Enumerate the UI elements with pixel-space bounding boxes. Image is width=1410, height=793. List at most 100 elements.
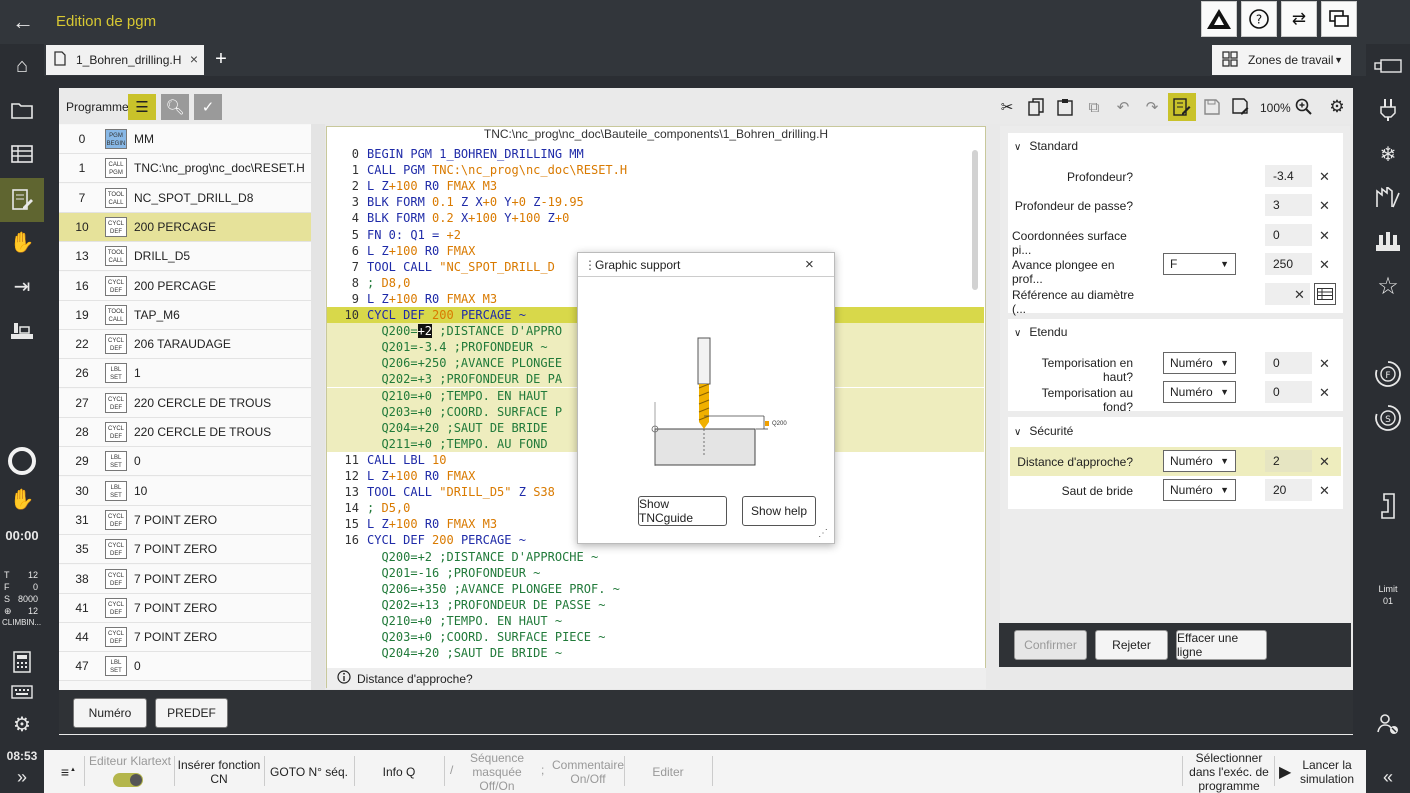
section-standard-header[interactable]: ∨ Standard — [1014, 139, 1078, 153]
clear-icon[interactable]: ✕ — [1319, 257, 1330, 273]
clear-icon[interactable]: ✕ — [1319, 169, 1330, 185]
clear-icon[interactable]: ✕ — [1319, 198, 1330, 214]
list-view-icon[interactable]: ☰ — [128, 94, 156, 120]
save-icon[interactable] — [1199, 95, 1225, 119]
clearance-height-input[interactable]: 20 — [1265, 479, 1312, 501]
execution-icon[interactable]: ⇥ — [0, 266, 44, 306]
select-in-execution-softkey[interactable]: Sélectionner dans l'exéc. de programme — [1184, 751, 1274, 793]
zoom-icon[interactable] — [1291, 95, 1317, 119]
feed-type-select[interactable]: F ▼ — [1163, 253, 1236, 275]
code-line[interactable]: 0 BEGIN PGM 1_BOHREN_DRILLING MM — [327, 146, 984, 162]
confirm-button[interactable]: Confirmer — [1014, 630, 1087, 660]
workspaces-dropdown[interactable]: Zones de travail ▼ — [1212, 45, 1351, 75]
show-help-button[interactable]: Show help — [742, 496, 816, 526]
resize-grip-icon[interactable]: ⋰ — [818, 528, 828, 539]
code-line[interactable]: 1 CALL PGM TNC:\nc_prog\nc_doc\RESET.H — [327, 162, 984, 178]
klartext-toggle[interactable] — [113, 773, 143, 787]
dialog-close-icon[interactable]: × — [805, 256, 814, 273]
clear-icon[interactable]: ✕ — [1319, 228, 1330, 244]
list-item[interactable]: 38 CYCL DEF 7 POINT ZERO — [59, 564, 311, 594]
machine-panel-icon[interactable] — [1366, 46, 1410, 86]
collapse-chevrons-icon[interactable]: « — [1366, 760, 1410, 793]
list-item[interactable]: 29 LBL SET 0 — [59, 447, 311, 477]
code-line[interactable]: 2L Z+100 R0 FMAX M3 — [327, 178, 984, 194]
folder-icon[interactable] — [0, 90, 44, 130]
transfer-icon[interactable]: ⇄ — [1281, 1, 1317, 37]
compare-icon[interactable]: ⧉ — [1081, 95, 1107, 119]
tab-close-icon[interactable]: × — [190, 51, 198, 67]
section-securite-header[interactable]: ∨ Sécurité — [1014, 424, 1073, 438]
undo-icon[interactable]: ↶ — [1110, 95, 1136, 119]
paste-icon[interactable] — [1052, 95, 1078, 119]
list-item[interactable]: 44 CYCL DEF 7 POINT ZERO — [59, 623, 311, 653]
list-item[interactable]: 22 CYCL DEF 206 TARAUDAGE — [59, 330, 311, 360]
favorites-star-icon[interactable]: ☆ — [1366, 266, 1410, 306]
list-item[interactable]: 13 TOOL CALL DRILL_D5 — [59, 242, 311, 272]
numero-button[interactable]: Numéro — [73, 698, 147, 728]
settings-gear-icon[interactable]: ⚙ — [1324, 95, 1350, 119]
manual-hand-icon[interactable]: ✋ — [0, 222, 44, 262]
program-edit-icon[interactable] — [0, 178, 44, 222]
fixture-icon[interactable] — [1366, 222, 1410, 262]
edit-form-icon[interactable] — [1168, 93, 1196, 121]
clear-icon[interactable]: ✕ — [1319, 483, 1330, 499]
dwell-bottom-type-select[interactable]: Numéro ▼ — [1163, 381, 1236, 403]
windows-icon[interactable] — [1321, 1, 1357, 37]
list-item[interactable]: 0 PGM BEGIN MM — [59, 125, 311, 154]
code-line[interactable]: 3 BLK FORM 0.1 Z X+0 Y+0 Z-19.95 — [327, 194, 984, 210]
clearance-type-select[interactable]: Numéro ▼ — [1163, 479, 1236, 501]
code-line[interactable]: Q204=+20 ;SAUT DE BRIDE ~ — [327, 645, 984, 661]
user-settings-icon[interactable] — [1366, 704, 1410, 744]
code-line[interactable]: Q202=+13 ;PROFONDEUR DE PASSE ~ — [327, 597, 984, 613]
code-line[interactable]: Q200=+2 ;DISTANCE D'APPROCHE ~ — [327, 549, 984, 565]
list-item[interactable]: 7 TOOL CALL NC_SPOT_DRILL_D8 — [59, 183, 311, 213]
list-item[interactable]: 26 LBL SET 1 — [59, 359, 311, 389]
handwheel-hand-icon[interactable]: ✋ — [0, 479, 44, 519]
clear-icon[interactable]: ✕ — [1294, 287, 1305, 303]
code-line[interactable]: Q201=-16 ;PROFONDEUR ~ — [327, 565, 984, 581]
setup-icon[interactable] — [0, 310, 44, 350]
warning-icon[interactable] — [1201, 1, 1237, 37]
info-q-softkey[interactable]: Info Q — [356, 752, 442, 792]
code-line[interactable]: Q210=+0 ;TEMPO. EN HAUT ~ — [327, 613, 984, 629]
clear-icon[interactable]: ✕ — [1319, 385, 1330, 401]
settings-gear-icon[interactable]: ⚙ — [0, 704, 44, 744]
check-icon[interactable]: ✓ — [194, 94, 222, 120]
list-item[interactable]: 1 CALL PGM TNC:\nc_prog\nc_doc\RESET.H — [59, 154, 311, 184]
clear-icon[interactable]: ✕ — [1319, 356, 1330, 372]
section-etendu-header[interactable]: ∨ Etendu — [1014, 325, 1067, 339]
show-tncguide-button[interactable]: Show TNCguide — [638, 496, 727, 526]
list-item[interactable]: 30 LBL SET 10 — [59, 476, 311, 506]
home-icon[interactable]: ⌂ — [0, 46, 44, 86]
tool-holder-icon[interactable] — [1366, 90, 1410, 130]
chip-conveyor-icon[interactable] — [1366, 178, 1410, 218]
spindle-override-icon[interactable]: S — [1366, 398, 1410, 438]
coolant-snowflake-icon[interactable]: ❄ — [1366, 134, 1410, 174]
list-item[interactable]: 19 TOOL CALL TAP_M6 — [59, 300, 311, 330]
workpiece-table-icon[interactable] — [1366, 486, 1410, 526]
list-item[interactable]: 16 CYCL DEF 200 PERCAGE — [59, 271, 311, 301]
tab-file[interactable]: 1_Bohren_drilling.H × — [46, 45, 204, 75]
cut-scissors-icon[interactable]: ✂ — [994, 95, 1020, 119]
edit-softkey[interactable]: Editer — [626, 752, 710, 792]
feed-override-icon[interactable]: F — [1366, 354, 1410, 394]
save-as-icon[interactable] — [1228, 95, 1254, 119]
plunge-depth-input[interactable]: 3 — [1265, 194, 1312, 216]
splitter[interactable] — [311, 124, 325, 690]
table-select-icon[interactable] — [1314, 283, 1336, 305]
approach-distance-input[interactable]: 2 — [1265, 450, 1312, 472]
clear-icon[interactable]: ✕ — [1319, 454, 1330, 470]
dwell-bottom-input[interactable]: 0 — [1265, 381, 1312, 403]
code-line[interactable]: 5 FN 0: Q1 = +2 — [327, 227, 984, 243]
add-tab-button[interactable]: + — [212, 46, 230, 72]
depth-input[interactable]: -3.4 — [1265, 165, 1312, 187]
predef-button[interactable]: PREDEF — [155, 698, 228, 728]
reject-button[interactable]: Rejeter — [1095, 630, 1168, 660]
goto-softkey[interactable]: GOTO N° séq. — [266, 752, 352, 792]
masked-sequence-softkey[interactable]: Séquence masquée Off/On — [460, 751, 534, 793]
list-item[interactable]: 28 CYCL DEF 220 CERCLE DE TROUS — [59, 418, 311, 447]
expand-chevrons-icon[interactable]: » — [0, 760, 44, 793]
list-item[interactable]: 35 CYCL DEF 7 POINT ZERO — [59, 535, 311, 565]
stop-circle-icon[interactable] — [0, 441, 44, 481]
surface-coordinate-input[interactable]: 0 — [1265, 224, 1312, 246]
